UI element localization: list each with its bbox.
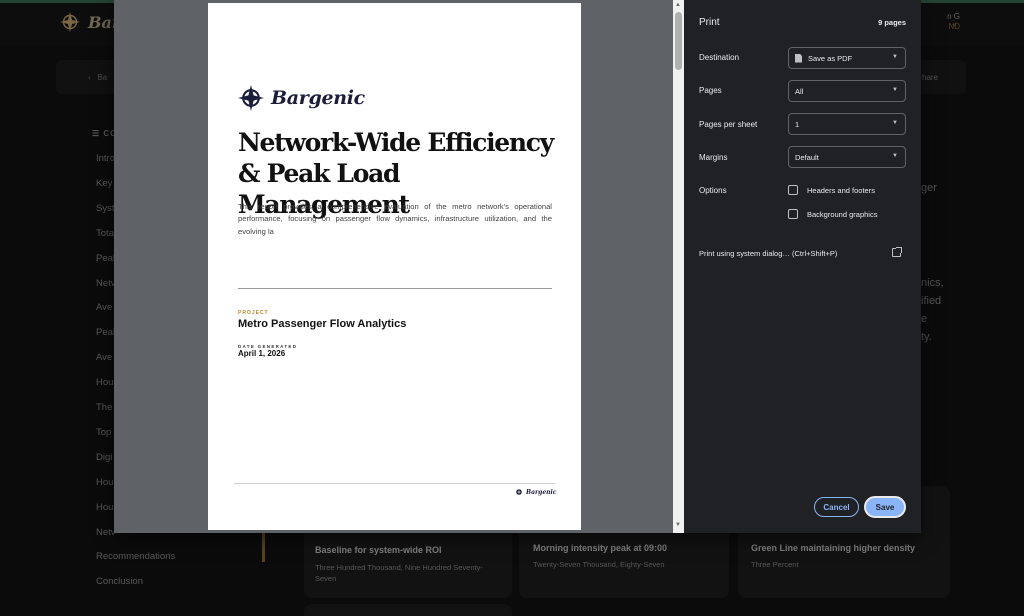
dropdown-arrow-icon: ▼	[892, 120, 898, 126]
scroll-down-arrow-icon[interactable]: ▼	[675, 522, 681, 528]
destination-value: Save as PDF	[808, 53, 853, 63]
pdf-file-icon	[795, 53, 802, 63]
print-settings-panel: Print 9 pages Destination Save as PDF ▼ …	[684, 0, 921, 533]
pages-select[interactable]: All ▼	[788, 80, 906, 102]
destination-label: Destination	[699, 53, 740, 62]
preview-scrollbar[interactable]	[673, 0, 684, 533]
date-value: April 1, 2026	[238, 349, 286, 358]
print-dialog: Bargenic Network-Wide Efficiency & Peak …	[114, 0, 921, 533]
page-logo: Bargenic	[238, 85, 365, 111]
footer-logo: Bargenic	[515, 488, 556, 496]
background-graphics-checkbox[interactable]	[788, 209, 798, 219]
background-graphics-label[interactable]: Background graphics	[807, 210, 877, 219]
project-label: PROJECT	[238, 310, 269, 316]
page-count: 9 pages	[878, 18, 906, 27]
compass-logo-icon	[238, 85, 264, 111]
pages-label: Pages	[699, 86, 722, 95]
dropdown-arrow-icon: ▼	[892, 54, 898, 60]
margins-value: Default	[795, 152, 819, 162]
open-external-icon[interactable]	[892, 247, 902, 257]
pages-per-sheet-value: 1	[795, 119, 800, 129]
page-brand: Bargenic	[271, 87, 365, 109]
print-title: Print	[699, 17, 720, 28]
dropdown-arrow-icon: ▼	[892, 153, 898, 159]
project-name: Metro Passenger Flow Analytics	[238, 318, 407, 330]
save-button[interactable]: Save	[864, 496, 906, 518]
divider	[238, 288, 552, 289]
margins-select[interactable]: Default ▼	[788, 146, 906, 168]
footer-divider	[234, 483, 555, 484]
headers-footers-checkbox[interactable]	[788, 185, 798, 195]
headers-footers-label[interactable]: Headers and footers	[807, 186, 875, 195]
pages-per-sheet-select[interactable]: 1 ▼	[788, 113, 906, 135]
footer-brand: Bargenic	[526, 488, 557, 496]
print-preview-area: Bargenic Network-Wide Efficiency & Peak …	[114, 0, 684, 533]
options-label: Options	[699, 186, 727, 195]
margins-label: Margins	[699, 153, 728, 162]
destination-select[interactable]: Save as PDF ▼	[788, 47, 906, 69]
scroll-up-arrow-icon[interactable]: ▲	[675, 2, 681, 8]
scroll-thumb[interactable]	[675, 12, 682, 70]
preview-page: Bargenic Network-Wide Efficiency & Peak …	[208, 3, 581, 530]
compass-logo-icon	[516, 489, 522, 495]
system-dialog-link[interactable]: Print using system dialog… (Ctrl+Shift+P…	[699, 249, 837, 258]
report-intro: This report provides a comprehensive eva…	[238, 202, 552, 236]
dropdown-arrow-icon: ▼	[892, 87, 898, 93]
cancel-button[interactable]: Cancel	[814, 497, 859, 517]
pages-value: All	[795, 86, 804, 96]
pages-per-sheet-label: Pages per sheet	[699, 120, 758, 129]
